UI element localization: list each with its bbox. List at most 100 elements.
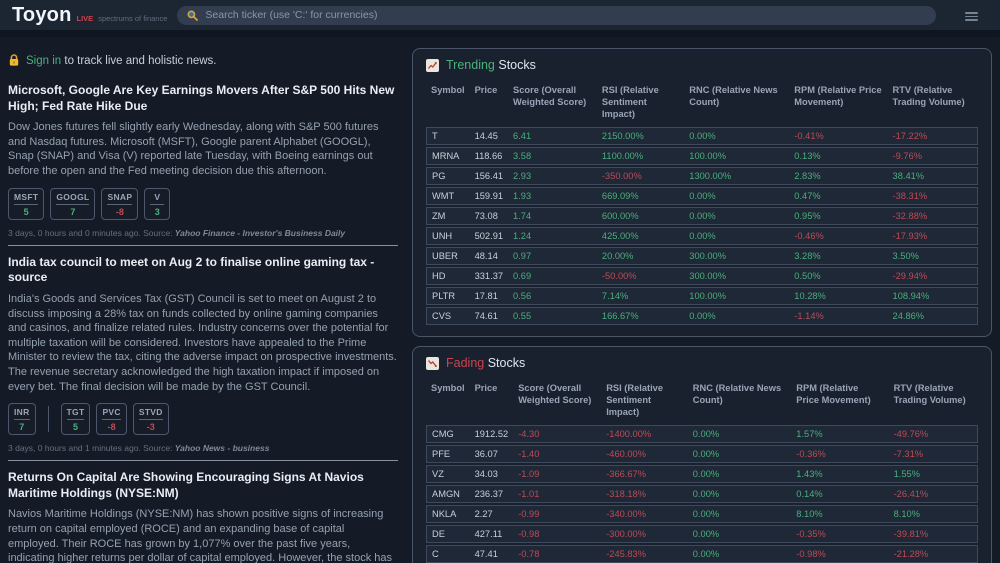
price-cell: 427.11 xyxy=(470,525,514,543)
rpm-cell: 0.14% xyxy=(791,485,888,503)
symbol-cell: MRNA xyxy=(426,147,470,165)
search-input[interactable] xyxy=(205,9,926,21)
table-row[interactable]: DE427.11-0.98-300.00%0.00%-0.35%-39.81% xyxy=(426,525,978,543)
table-header-cell: RNC (Relative News Count) xyxy=(688,380,792,423)
rtv-cell: -49.76% xyxy=(889,425,978,443)
chip-symbol: MSFT xyxy=(14,192,38,205)
menu-icon[interactable] xyxy=(965,12,978,23)
symbol-cell: C xyxy=(426,545,470,563)
rpm-cell: 2.83% xyxy=(789,167,887,185)
rnc-cell: 300.00% xyxy=(684,247,789,265)
chart-increasing-icon xyxy=(426,59,439,72)
rsi-cell: -460.00% xyxy=(601,445,688,463)
article-headline[interactable]: India tax council to meet on Aug 2 to fi… xyxy=(8,255,398,286)
table-row[interactable]: MRNA118.663.581100.00%100.00%0.13%-9.76% xyxy=(426,147,978,165)
article-divider xyxy=(8,245,398,246)
rsi-cell: 20.00% xyxy=(597,247,684,265)
tagline: spectrums of finance xyxy=(98,14,167,23)
symbol-cell: DE xyxy=(426,525,470,543)
rsi-cell: 7.14% xyxy=(597,287,684,305)
chip-score: 7 xyxy=(19,420,24,432)
table-row[interactable]: C47.41-0.78-245.83%0.00%-0.98%-21.28% xyxy=(426,545,978,563)
chip-symbol: INR xyxy=(14,407,30,420)
score-cell: -4.30 xyxy=(513,425,601,443)
rsi-cell: -245.83% xyxy=(601,545,688,563)
price-cell: 2.27 xyxy=(470,505,514,523)
rpm-cell: -0.46% xyxy=(789,227,887,245)
rnc-cell: 0.00% xyxy=(688,545,792,563)
rpm-cell: 3.28% xyxy=(789,247,887,265)
search-icon xyxy=(187,10,198,21)
rsi-cell: 166.67% xyxy=(597,307,684,325)
table-row[interactable]: T14.456.412150.00%0.00%-0.41%-17.22% xyxy=(426,127,978,145)
rnc-cell: 0.00% xyxy=(684,127,789,145)
rnc-cell: 0.00% xyxy=(684,187,789,205)
article-headline[interactable]: Microsoft, Google Are Key Earnings Mover… xyxy=(8,83,398,114)
ticker-chip[interactable]: GOOGL7 xyxy=(50,188,95,220)
rtv-cell: -9.76% xyxy=(888,147,978,165)
ticker-search-box[interactable] xyxy=(177,6,936,25)
ticker-chip[interactable]: V3 xyxy=(144,188,170,220)
table-row[interactable]: WMT159.911.93669.09%0.00%0.47%-38.31% xyxy=(426,187,978,205)
app-logo: Toyon xyxy=(12,4,72,27)
table-row[interactable]: HD331.370.69-50.00%300.00%0.50%-29.94% xyxy=(426,267,978,285)
price-cell: 236.37 xyxy=(470,485,514,503)
sign-in-link[interactable]: Sign in xyxy=(26,55,61,67)
table-row[interactable]: CVS74.610.55166.67%0.00%-1.14%24.86% xyxy=(426,307,978,325)
symbol-cell: AMGN xyxy=(426,485,470,503)
rnc-cell: 0.00% xyxy=(684,307,789,325)
price-cell: 48.14 xyxy=(470,247,508,265)
rpm-cell: 8.10% xyxy=(791,505,888,523)
table-row[interactable]: CMG1912.52-4.30-1400.00%0.00%1.57%-49.76… xyxy=(426,425,978,443)
rnc-cell: 0.00% xyxy=(688,445,792,463)
price-cell: 36.07 xyxy=(470,445,514,463)
table-row[interactable]: AMGN236.37-1.01-318.18%0.00%0.14%-26.41% xyxy=(426,485,978,503)
table-row[interactable]: PFE36.07-1.40-460.00%0.00%-0.36%-7.31% xyxy=(426,445,978,463)
table-header-cell: Score (Overall Weighted Score) xyxy=(513,380,601,423)
symbol-cell: UBER xyxy=(426,247,470,265)
article-headline[interactable]: Returns On Capital Are Showing Encouragi… xyxy=(8,470,398,501)
chart-decreasing-icon xyxy=(426,357,439,370)
ticker-chip[interactable]: PVC-8 xyxy=(96,403,126,435)
ticker-chip[interactable]: STVD-3 xyxy=(133,403,169,435)
rpm-cell: 0.13% xyxy=(789,147,887,165)
rsi-cell: 669.09% xyxy=(597,187,684,205)
rsi-cell: 1100.00% xyxy=(597,147,684,165)
rtv-cell: 38.41% xyxy=(888,167,978,185)
article-body: Dow Jones futures fell slightly early We… xyxy=(8,120,398,179)
chip-score: -8 xyxy=(108,420,116,432)
rnc-cell: 0.00% xyxy=(688,425,792,443)
table-row[interactable]: PG156.412.93-350.00%1300.00%2.83%38.41% xyxy=(426,167,978,185)
rsi-cell: -318.18% xyxy=(601,485,688,503)
trending-stocks-panel: Trending Stocks SymbolPriceScore (Overal… xyxy=(412,48,992,337)
symbol-cell: ZM xyxy=(426,207,470,225)
score-cell: 0.97 xyxy=(508,247,597,265)
score-cell: -0.98 xyxy=(513,525,601,543)
ticker-chip[interactable]: SNAP-8 xyxy=(101,188,138,220)
table-row[interactable]: ZM73.081.74600.00%0.00%0.95%-32.88% xyxy=(426,207,978,225)
rsi-cell: -50.00% xyxy=(597,267,684,285)
table-row[interactable]: UBER48.140.9720.00%300.00%3.28%3.50% xyxy=(426,247,978,265)
rsi-cell: 2150.00% xyxy=(597,127,684,145)
table-row[interactable]: VZ34.03-1.09-366.67%0.00%1.43%1.55% xyxy=(426,465,978,483)
ticker-chip[interactable]: INR7 xyxy=(8,403,36,435)
trending-stocks-table: SymbolPriceScore (Overall Weighted Score… xyxy=(426,80,978,327)
table-header-cell: RPM (Relative Price Movement) xyxy=(789,82,887,125)
ticker-chip[interactable]: TGT5 xyxy=(61,403,91,435)
table-row[interactable]: NKLA2.27-0.99-340.00%0.00%8.10%8.10% xyxy=(426,505,978,523)
chip-symbol: PVC xyxy=(102,407,120,420)
rnc-cell: 0.00% xyxy=(684,207,789,225)
rtv-cell: -32.88% xyxy=(888,207,978,225)
ticker-chip[interactable]: MSFT5 xyxy=(8,188,44,220)
rtv-cell: 8.10% xyxy=(889,505,978,523)
rsi-cell: -1400.00% xyxy=(601,425,688,443)
table-row[interactable]: UNH502.911.24425.00%0.00%-0.46%-17.93% xyxy=(426,227,978,245)
rtv-cell: 24.86% xyxy=(888,307,978,325)
rpm-cell: 0.47% xyxy=(789,187,887,205)
rnc-cell: 0.00% xyxy=(688,505,792,523)
score-cell: 0.56 xyxy=(508,287,597,305)
news-article: India tax council to meet on Aug 2 to fi… xyxy=(8,255,398,454)
table-row[interactable]: PLTR17.810.567.14%100.00%10.28%108.94% xyxy=(426,287,978,305)
chip-score: -3 xyxy=(147,420,155,432)
price-cell: 1912.52 xyxy=(470,425,514,443)
